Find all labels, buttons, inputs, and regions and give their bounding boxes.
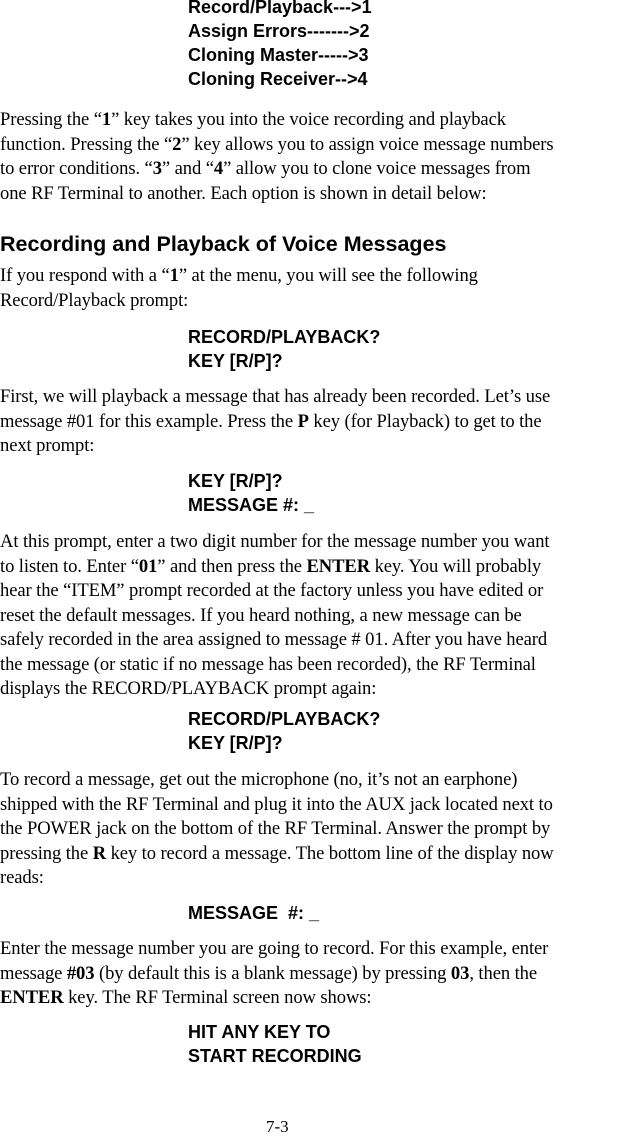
text-line: At this prompt, enter a two digit number…	[0, 531, 550, 552]
record-playback-prompt: RECORD/PLAYBACK? KEY [R/P]?	[188, 325, 380, 373]
text-line: First, we will playback a message that h…	[0, 386, 551, 407]
text: function. Pressing the “	[0, 133, 173, 155]
text-line: reset the default messages. If you heard…	[0, 604, 522, 626]
prompt-line: START RECORDING	[188, 1046, 362, 1066]
text-line: to error conditions. “3” and “4” allow y…	[0, 157, 632, 182]
text-line: next prompt:	[0, 435, 95, 456]
section-heading: Recording and Playback of Voice Messages	[0, 232, 447, 256]
menu-line: Cloning Master----->3	[188, 45, 369, 65]
text-line: reads:	[0, 867, 44, 888]
text-line: ENTER key. The RF Terminal screen now sh…	[0, 986, 632, 1011]
key-text: P	[297, 410, 309, 432]
menu-response-paragraph: If you respond with a “1” at the menu, y…	[0, 264, 632, 313]
text: message	[0, 962, 67, 984]
key-text: 01	[138, 555, 158, 577]
text-line: to listen to. Enter “01” and then press …	[0, 555, 632, 580]
start-recording-prompt: HIT ANY KEY TO START RECORDING	[188, 1020, 362, 1068]
record-message-number-prompt: MESSAGE #: _	[188, 901, 319, 925]
menu-line: Cloning Receiver-->4	[188, 69, 368, 89]
text-line: one RF Terminal to another. Each option …	[0, 182, 487, 204]
record-number-paragraph: Enter the message number you are going t…	[0, 937, 632, 1011]
text: Pressing the “	[0, 109, 102, 130]
menu-options-paragraph: Pressing the “1” key takes you into the …	[0, 108, 632, 206]
text-line: To record a message, get out the microph…	[0, 769, 518, 790]
menu-line: Record/Playback--->1	[188, 0, 372, 17]
prompt-line: KEY [R/P]?	[188, 471, 283, 491]
text: to listen to. Enter “	[0, 555, 139, 577]
text: key (for Playback) to get to the	[308, 410, 542, 432]
text: pressing the	[0, 842, 93, 864]
key-text: #03	[66, 962, 95, 984]
text-line: If you respond with a “1” at the menu, y…	[0, 264, 632, 289]
key-text: 1	[169, 265, 179, 286]
prompt-line: KEY [R/P]?	[188, 351, 283, 371]
text-line: the POWER jack on the bottom of the RF T…	[0, 818, 551, 839]
prompt-line: HIT ANY KEY TO	[188, 1022, 331, 1042]
text: to error conditions. “	[0, 158, 153, 179]
prompt-line: KEY [R/P]?	[188, 733, 283, 753]
text: message #01 for this example. Press the	[0, 410, 298, 432]
text-line: safely recorded in the area assigned to …	[0, 629, 548, 650]
record-playback-prompt-again: RECORD/PLAYBACK? KEY [R/P]?	[188, 707, 380, 755]
text: key to record a message. The bottom line…	[106, 842, 554, 864]
key-text: 2	[172, 133, 182, 155]
record-instructions-paragraph: To record a message, get out the microph…	[0, 768, 632, 891]
key-text: ENTER	[306, 555, 371, 577]
text-line: Record/Playback prompt:	[0, 289, 189, 311]
prompt-line: RECORD/PLAYBACK?	[188, 327, 381, 347]
text-line: the message (or static if no message has…	[0, 653, 536, 675]
text: ” at the menu, you will see the followin…	[178, 265, 478, 286]
key-text: 03	[450, 962, 470, 984]
text: key. The RF Terminal screen now shows:	[63, 987, 372, 1008]
text: ” and then press the	[157, 555, 307, 577]
text: ” key takes you into the voice recording…	[111, 109, 506, 130]
prompt-line: MESSAGE #: _	[188, 495, 315, 515]
key-text: ENTER	[0, 987, 64, 1008]
text: ” allow you to clone voice messages from	[223, 158, 531, 179]
key-text: 3	[152, 158, 162, 179]
menu-line: Assign Errors------->2	[188, 21, 370, 41]
text-line: shipped with the RF Terminal and plug it…	[0, 793, 553, 815]
text-line: displays the RECORD/PLAYBACK prompt agai…	[0, 678, 377, 699]
text: If you respond with a “	[0, 265, 170, 286]
text: ” key allows you to assign voice message…	[181, 133, 554, 155]
text-line: Enter the message number you are going t…	[0, 938, 549, 959]
message-number-prompt: KEY [R/P]? MESSAGE #: _	[188, 469, 314, 517]
text: , then the	[469, 962, 538, 984]
text-line: message #03 (by default this is a blank …	[0, 962, 632, 987]
text: ” and “	[161, 158, 214, 179]
text-line: message #01 for this example. Press the …	[0, 410, 632, 435]
prompt-line: MESSAGE #: _	[188, 903, 320, 923]
text-line: function. Pressing the “2” key allows yo…	[0, 133, 632, 158]
text-line: pressing the R key to record a message. …	[0, 842, 632, 867]
key-text: 1	[101, 109, 112, 130]
prompt-line: RECORD/PLAYBACK?	[188, 709, 381, 729]
text-line: Pressing the “1” key takes you into the …	[0, 108, 632, 133]
page-number: 7-3	[266, 1117, 289, 1136]
playback-intro-paragraph: First, we will playback a message that h…	[0, 385, 632, 459]
key-text: R	[92, 842, 107, 864]
key-text: 4	[213, 158, 224, 179]
text: key. You will probably	[370, 555, 542, 577]
playback-instructions-paragraph: At this prompt, enter a two digit number…	[0, 530, 632, 702]
menu-prompt-display: Record/Playback--->1 Assign Errors------…	[188, 0, 372, 91]
text-line: hear the “ITEM” prompt recorded at the f…	[0, 580, 544, 601]
text: (by default this is a blank message) by …	[94, 962, 451, 984]
